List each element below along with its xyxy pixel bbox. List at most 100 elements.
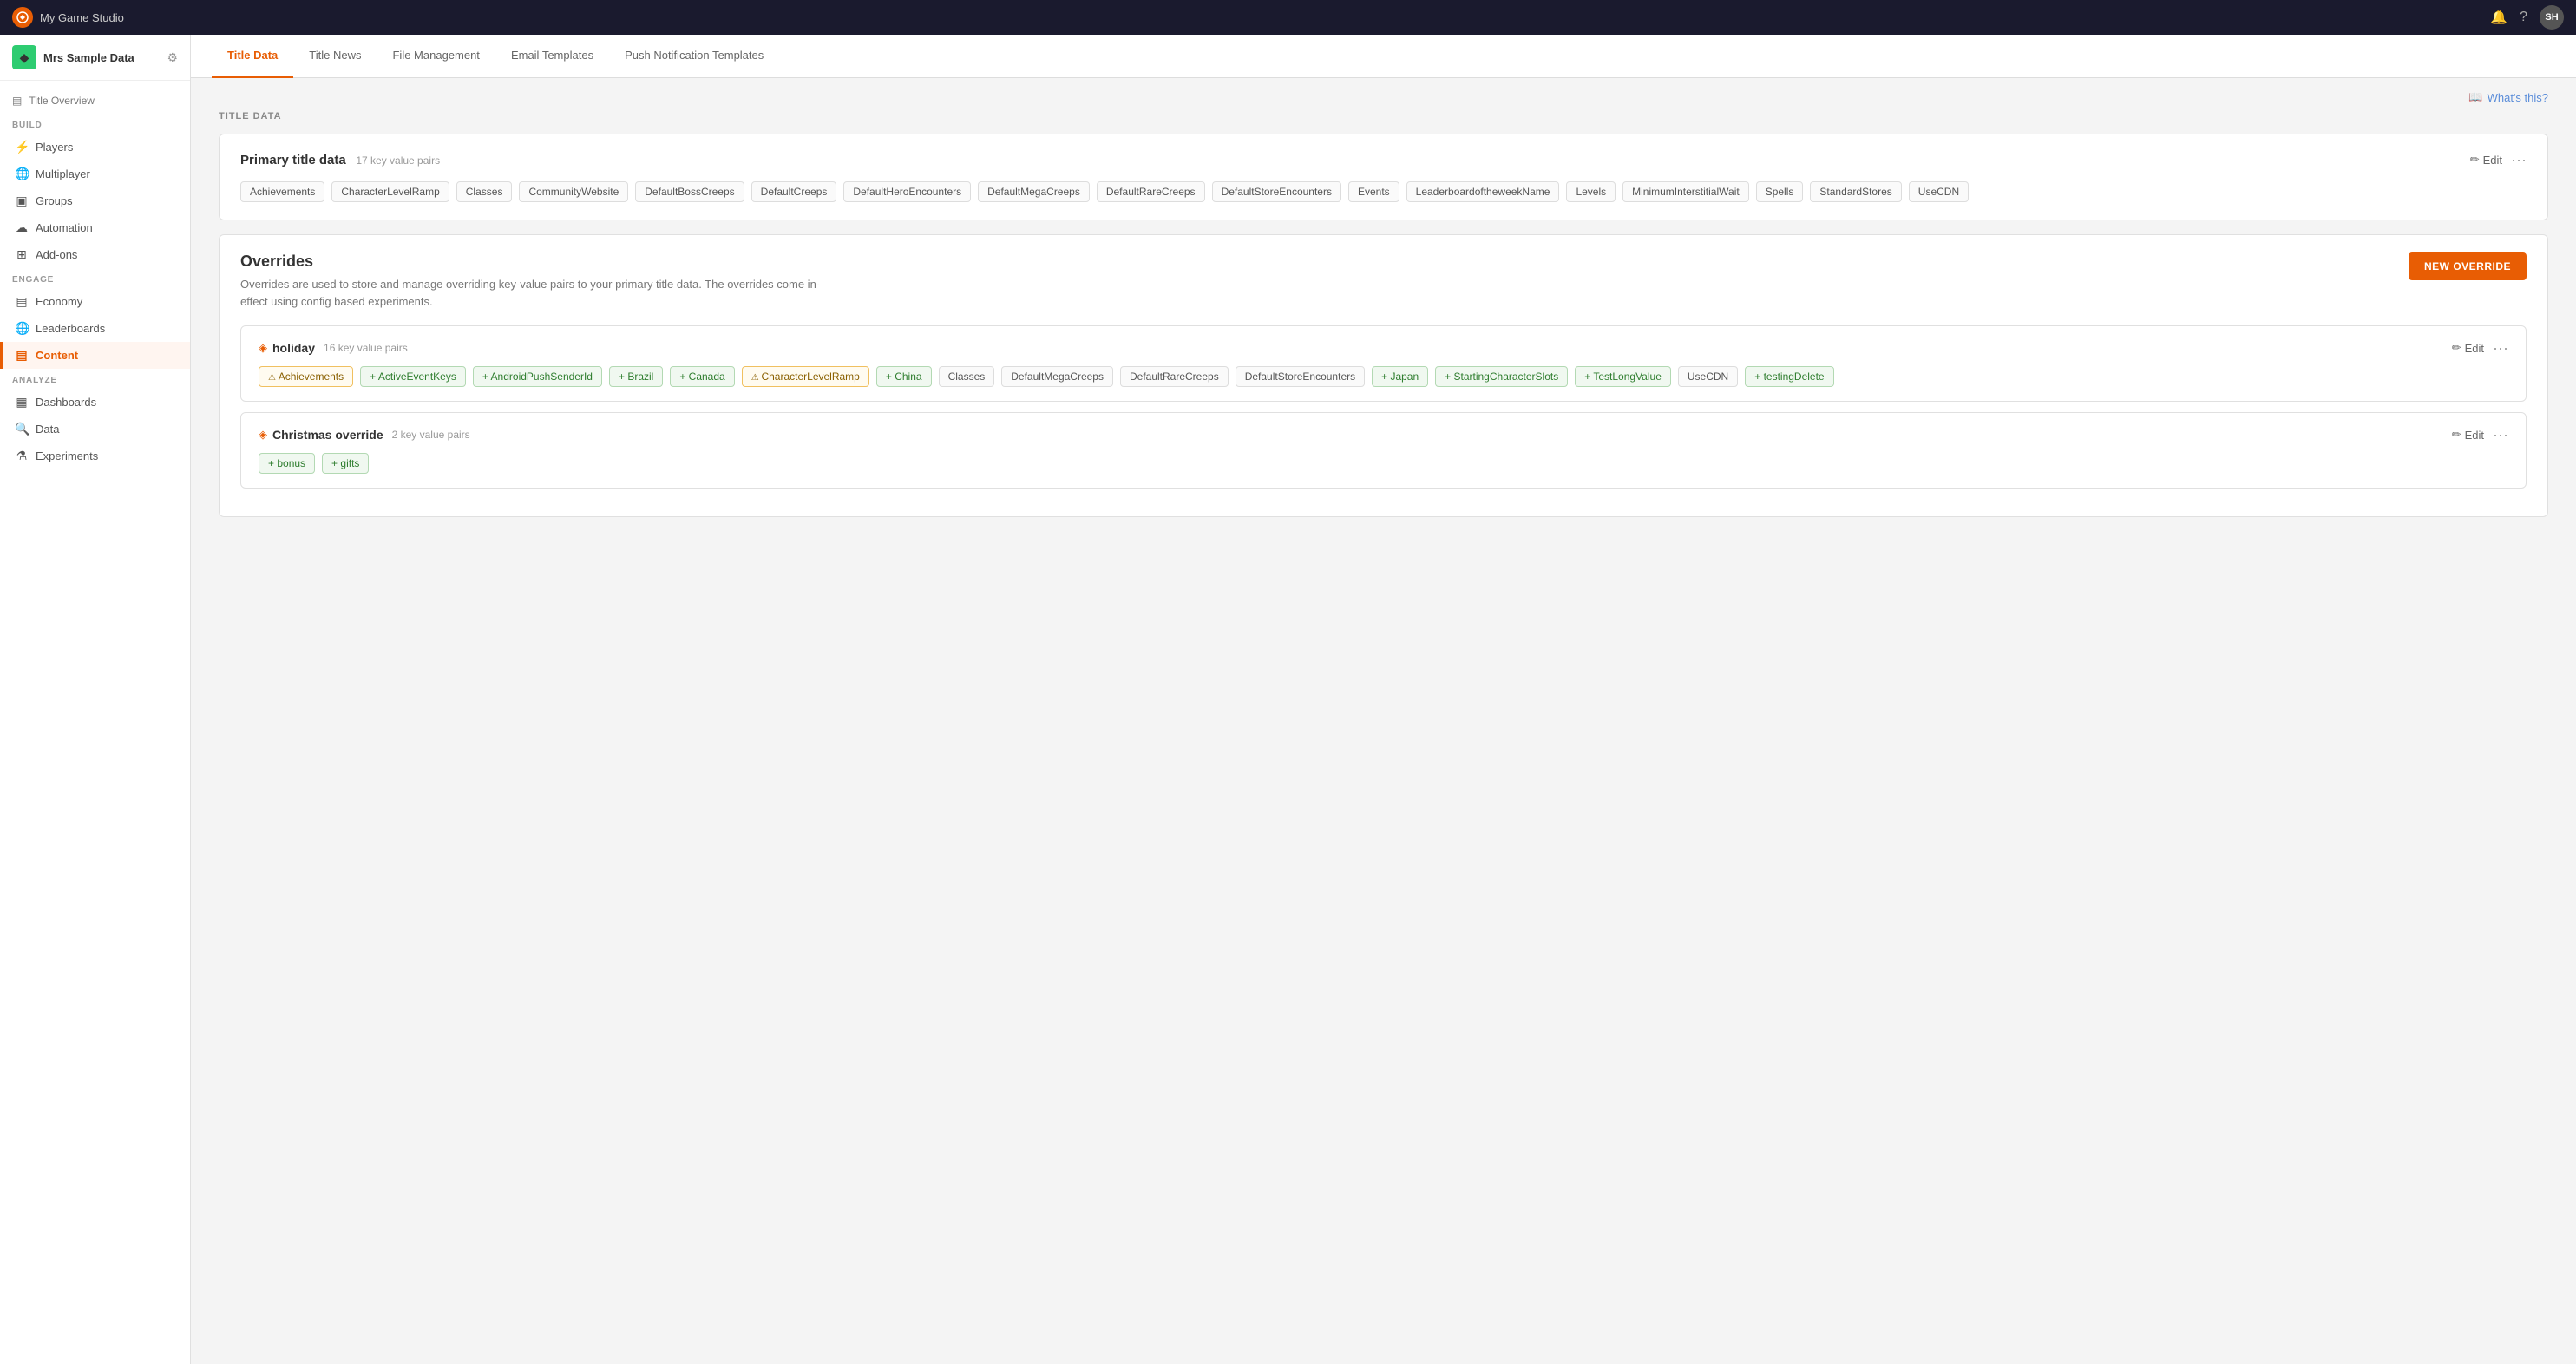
overrides-description: Overrides are used to store and manage o… [240,276,830,310]
tag-item: DefaultRareCreeps [1097,181,1205,202]
automation-icon: ☁ [15,220,29,235]
sidebar-item-dashboards[interactable]: ▦ Dashboards [0,389,190,416]
new-override-button[interactable]: NEW OVERRIDE [2409,252,2527,280]
whats-this-button[interactable]: 📖 What's this? [2468,90,2548,104]
card-header: Primary title data 17 key value pairs ✏ … [240,152,2527,167]
override-name: holiday [272,341,315,355]
app-logo [12,7,33,28]
override-icon: ◈ [259,341,267,355]
sidebar: ◆ Mrs Sample Data ⚙ ▤ Title Overview BUI… [0,35,191,1364]
edit-icon: ✏ [2452,428,2461,442]
primary-title-data-card: Primary title data 17 key value pairs ✏ … [219,134,2548,220]
studio-info: ◆ Mrs Sample Data [12,45,134,69]
multiplayer-icon: 🌐 [15,167,29,181]
tag-item: StandardStores [1810,181,1901,202]
sidebar-item-groups[interactable]: ▣ Groups [0,187,190,214]
sidebar-item-label: Groups [36,194,73,207]
edit-primary-button[interactable]: ✏ Edit [2470,153,2502,167]
override-name-row: ◈ holiday 16 key value pairs [259,341,408,355]
edit-icon: ✏ [2470,153,2480,167]
section-label-analyze: ANALYZE [0,369,190,389]
tab-push-notification-templates[interactable]: Push Notification Templates [609,35,779,78]
override-cards-list: ◈ holiday 16 key value pairs ✏ Edit ··· Achie… [240,325,2527,489]
more-options-button[interactable]: ··· [2493,427,2508,443]
sidebar-item-addons[interactable]: ⊞ Add-ons [0,241,190,268]
book-icon: 📖 [2468,90,2482,104]
edit-override-button[interactable]: ✏ Edit [2452,341,2484,355]
tab-email-templates[interactable]: Email Templates [495,35,609,78]
topbar: My Game Studio 🔔 ? SH [0,0,2576,35]
sidebar-item-label: Multiplayer [36,167,90,180]
sidebar-item-economy[interactable]: ▤ Economy [0,288,190,315]
sidebar-item-data[interactable]: 🔍 Data [0,416,190,443]
override-card: ◈ holiday 16 key value pairs ✏ Edit ··· Achie… [240,325,2527,402]
overrides-text: Overrides Overrides are used to store an… [240,252,830,310]
sidebar-item-label: Players [36,141,73,154]
override-key-count: 2 key value pairs [392,429,470,441]
more-options-button[interactable]: ··· [2493,340,2508,356]
sidebar-item-title-overview[interactable]: ▤ Title Overview [0,88,190,114]
more-options-button[interactable]: ··· [2511,152,2527,167]
sidebar-header: ◆ Mrs Sample Data ⚙ [0,35,190,81]
content-area: 📖 What's this? TITLE DATA Primary title … [191,78,2576,1364]
sidebar-item-multiplayer[interactable]: 🌐 Multiplayer [0,161,190,187]
tag-item: ActiveEventKeys [360,366,466,387]
override-card: ◈ Christmas override 2 key value pairs ✏ Ed… [240,412,2527,489]
tag-item: LeaderboardoftheweekName [1406,181,1560,202]
tab-title-news[interactable]: Title News [293,35,377,78]
edit-icon: ✏ [2452,341,2461,355]
edit-override-button[interactable]: ✏ Edit [2452,428,2484,442]
main-panel: Title Data Title News File Management Em… [191,35,2576,1364]
sidebar-item-content[interactable]: ▤ Content [0,342,190,369]
primary-tags: AchievementsCharacterLevelRampClassesCom… [240,181,2527,202]
bell-icon[interactable]: 🔔 [2490,9,2507,26]
sidebar-item-label: Leaderboards [36,322,105,335]
sidebar-item-label: Data [36,423,59,436]
sidebar-nav: ▤ Title Overview BUILD ⚡ Players 🌐 Multi… [0,81,190,476]
override-card-header: ◈ Christmas override 2 key value pairs ✏ Ed… [259,427,2508,443]
tag-item: bonus [259,453,315,474]
help-icon[interactable]: ? [2520,10,2527,25]
tag-item: StartingCharacterSlots [1435,366,1568,387]
tag-item: CharacterLevelRamp [742,366,869,387]
sidebar-item-automation[interactable]: ☁ Automation [0,214,190,241]
tag-item: AndroidPushSenderId [473,366,602,387]
sidebar-item-label: Economy [36,295,82,308]
user-avatar[interactable]: SH [2540,5,2564,30]
section-label-build: BUILD [0,114,190,134]
dashboards-icon: ▦ [15,395,29,410]
sidebar-item-label: Experiments [36,449,98,462]
sidebar-item-players[interactable]: ⚡ Players [0,134,190,161]
override-tags: Achievements ActiveEventKeys AndroidPushSe… [259,366,2508,387]
tag-item: DefaultStoreEncounters [1212,181,1341,202]
tag-item: DefaultStoreEncounters [1236,366,1365,387]
overrides-title: Overrides [240,252,830,271]
economy-icon: ▤ [15,294,29,309]
tag-item: TestLongValue [1575,366,1671,387]
tag-item: Japan [1372,366,1428,387]
override-key-count: 16 key value pairs [324,342,408,354]
tag-item: DefaultRareCreeps [1120,366,1229,387]
content-icon: ▤ [15,348,29,363]
tabs-bar: Title Data Title News File Management Em… [191,35,2576,78]
tag-item: MinimumInterstitialWait [1622,181,1749,202]
override-tags: bonusgifts [259,453,2508,474]
override-card-header: ◈ holiday 16 key value pairs ✏ Edit ··· [259,340,2508,356]
tag-item: DefaultMegaCreeps [978,181,1090,202]
tag-item: UseCDN [1678,366,1738,387]
tag-item: testingDelete [1745,366,1833,387]
topbar-title: My Game Studio [40,11,124,24]
tag-item: CharacterLevelRamp [331,181,449,202]
tag-item: China [876,366,932,387]
tab-title-data[interactable]: Title Data [212,35,293,78]
settings-icon[interactable]: ⚙ [167,50,178,65]
sidebar-item-leaderboards[interactable]: 🌐 Leaderboards [0,315,190,342]
tag-item: DefaultBossCreeps [635,181,744,202]
override-name: Christmas override [272,428,383,442]
tag-item: Achievements [259,366,353,387]
tag-item: Classes [456,181,513,202]
tag-item: Events [1348,181,1399,202]
sidebar-item-experiments[interactable]: ⚗ Experiments [0,443,190,469]
override-icon: ◈ [259,428,267,442]
tab-file-management[interactable]: File Management [377,35,495,78]
